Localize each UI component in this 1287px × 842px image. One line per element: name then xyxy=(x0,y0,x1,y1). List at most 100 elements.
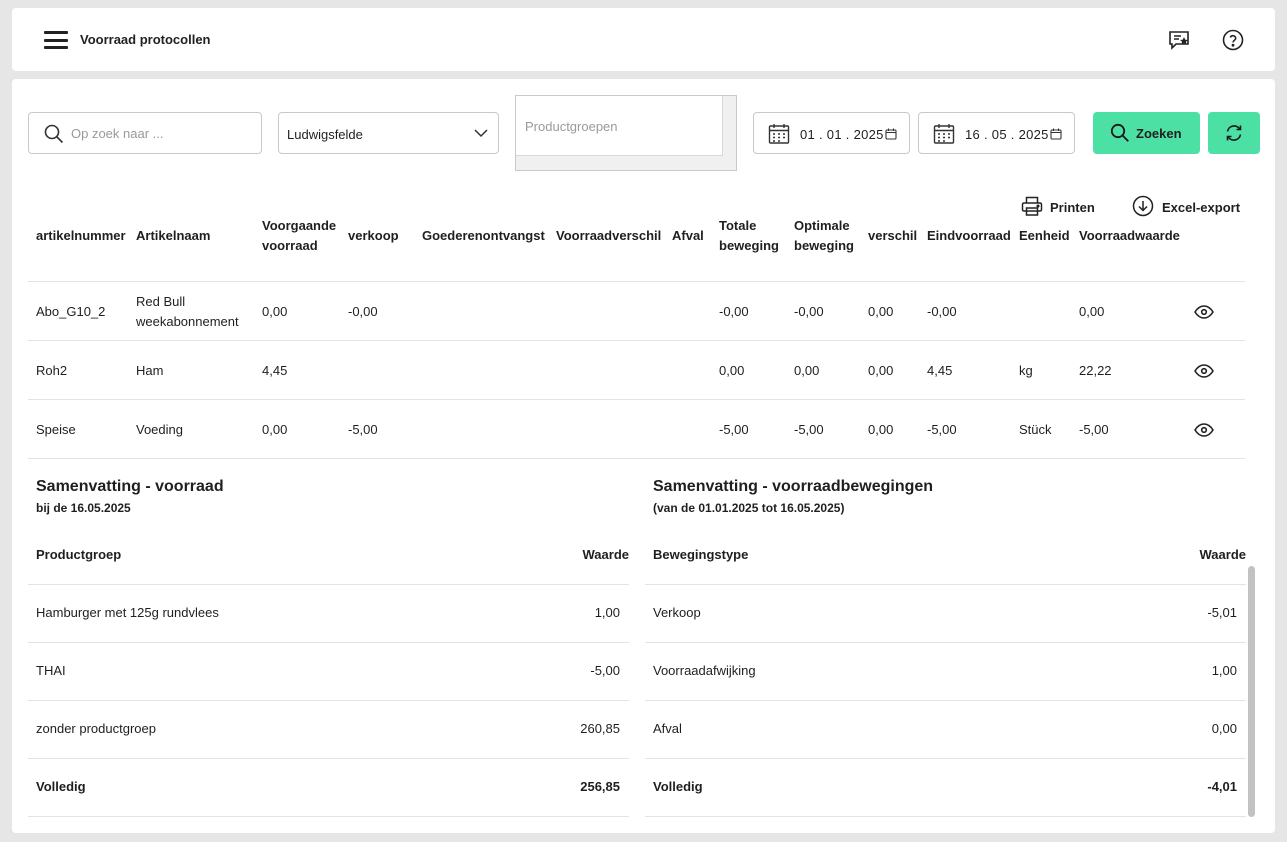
date-from-field[interactable]: 01 . 01 . 2025 xyxy=(753,112,910,154)
table-cell: 0,00 xyxy=(719,363,745,378)
table-cell: -0,00 xyxy=(927,304,957,319)
search-input[interactable] xyxy=(71,123,251,143)
table-cell: Voeding xyxy=(136,422,183,437)
summary-divider xyxy=(645,758,1246,759)
productgroups-textarea[interactable]: Productgroepen xyxy=(516,96,723,156)
table-cell: -5,00 xyxy=(348,422,378,437)
table-header-cell[interactable]: Voorgaande voorraad xyxy=(262,216,348,256)
date-to-value: 16 . 05 . 2025 xyxy=(965,127,1049,142)
search-icon xyxy=(44,124,64,144)
view-eye-icon[interactable] xyxy=(1194,423,1214,442)
summary-divider xyxy=(645,642,1246,643)
summary-header-value: Waarde xyxy=(1199,547,1246,562)
summary-header-value: Waarde xyxy=(582,547,629,562)
table-header-cell[interactable]: Voorraadwaarde xyxy=(1079,226,1209,246)
table-cell: 0,00 xyxy=(1079,304,1105,319)
date-to-field[interactable]: 16 . 05 . 2025 xyxy=(918,112,1075,154)
search-box[interactable] xyxy=(28,112,262,154)
chat-star-icon[interactable] xyxy=(1167,28,1191,52)
help-icon[interactable] xyxy=(1221,28,1245,52)
search-button[interactable]: Zoeken xyxy=(1093,112,1200,154)
summary-divider xyxy=(28,642,629,643)
table-cell: 0,00 xyxy=(868,304,894,319)
table-header-cell[interactable]: Afval xyxy=(672,226,719,246)
table-divider xyxy=(28,340,1245,341)
hamburger-menu-icon[interactable] xyxy=(44,31,68,49)
download-icon xyxy=(1132,195,1154,217)
table-header-cell[interactable]: Goederenontvangst xyxy=(422,226,556,246)
table-cell: Ham xyxy=(136,363,164,378)
table-cell: kg xyxy=(1019,363,1033,378)
table-cell: -5,00 xyxy=(719,422,749,437)
calendar-picker-icon[interactable] xyxy=(1050,128,1062,140)
table-header-cell[interactable]: artikelnummer xyxy=(36,226,136,246)
table-cell: -0,00 xyxy=(794,304,824,319)
table-divider xyxy=(28,281,1245,282)
excel-export-label: Excel-export xyxy=(1162,200,1241,215)
summary-divider xyxy=(645,584,1246,585)
table-cell: 0,00 xyxy=(868,422,894,437)
summary-row-value: -5,00 xyxy=(590,663,620,678)
table-cell: Red Bull weekabonnement xyxy=(136,294,239,329)
search-icon xyxy=(1110,123,1129,142)
table-header-cell[interactable]: verkoop xyxy=(348,226,422,246)
table-cell: 0,00 xyxy=(794,363,820,378)
productgroups-select[interactable]: Productgroepen xyxy=(515,95,737,171)
summary-subtitle: (van de 01.01.2025 tot 16.05.2025) xyxy=(653,501,845,515)
main-panel: Ludwigsfelde Productgroepen 01 . 01 . 20… xyxy=(12,79,1275,833)
table-cell: 4,45 xyxy=(262,363,288,378)
calendar-icon[interactable] xyxy=(768,123,790,145)
summary-row-value: 260,85 xyxy=(580,721,620,736)
chevron-down-icon xyxy=(474,129,488,138)
table-header-cell[interactable]: Voorraadverschil xyxy=(556,226,672,246)
table-header-cell[interactable]: Optimale beweging xyxy=(794,216,868,256)
table-header-cell[interactable]: Eindvoorraad xyxy=(927,226,1019,246)
table-header-cell[interactable]: Artikelnaam xyxy=(136,226,261,246)
scrollbar-thumb[interactable] xyxy=(1248,566,1255,817)
view-eye-icon[interactable] xyxy=(1194,305,1214,324)
summary-total-value: 256,85 xyxy=(580,779,620,794)
location-select[interactable]: Ludwigsfelde xyxy=(278,112,499,154)
table-cell: Speise xyxy=(36,422,76,437)
summary-title: Samenvatting - voorraad xyxy=(36,478,224,495)
summary-subtitle: bij de 16.05.2025 xyxy=(36,501,131,515)
summary-divider xyxy=(28,758,629,759)
table-header-cell[interactable]: Eenheid xyxy=(1019,226,1079,246)
table-cell: 0,00 xyxy=(262,422,288,437)
summary-row-value: 1,00 xyxy=(1211,663,1237,678)
page-title: Voorraad protocollen xyxy=(80,32,211,47)
summary-divider xyxy=(28,584,629,585)
summary-divider xyxy=(645,816,1246,817)
print-label: Printen xyxy=(1050,200,1095,215)
productgroups-placeholder: Productgroepen xyxy=(525,119,618,134)
calendar-picker-icon[interactable] xyxy=(885,128,897,140)
table-header-cell[interactable]: verschil xyxy=(868,226,927,246)
top-bar: Voorraad protocollen xyxy=(12,8,1275,71)
table-divider xyxy=(28,399,1245,400)
table-divider xyxy=(28,458,1245,459)
table-cell: -5,00 xyxy=(927,422,957,437)
table-cell: -0,00 xyxy=(348,304,378,319)
table-header-cell[interactable]: Totale beweging xyxy=(719,216,794,256)
table-cell: 0,00 xyxy=(262,304,288,319)
summary-divider xyxy=(28,816,629,817)
table-cell: -5,00 xyxy=(794,422,824,437)
table-cell: -0,00 xyxy=(719,304,749,319)
refresh-button[interactable] xyxy=(1208,112,1260,154)
printer-icon xyxy=(1021,196,1043,216)
summary-row-value: 1,00 xyxy=(594,605,620,620)
location-select-value: Ludwigsfelde xyxy=(287,127,363,142)
table-cell: 4,45 xyxy=(927,363,953,378)
summary-divider xyxy=(28,700,629,701)
summary-total-value: -4,01 xyxy=(1207,779,1237,794)
refresh-icon xyxy=(1226,125,1242,141)
summary-row-value: -5,01 xyxy=(1207,605,1237,620)
summary-title: Samenvatting - voorraadbewegingen xyxy=(653,478,934,495)
table-cell: Abo_G10_2 xyxy=(36,304,106,319)
table-cell: 0,00 xyxy=(868,363,894,378)
table-cell: Stück xyxy=(1019,422,1052,437)
calendar-icon[interactable] xyxy=(933,123,955,145)
table-cell: -5,00 xyxy=(1079,422,1109,437)
table-cell: 22,22 xyxy=(1079,363,1112,378)
view-eye-icon[interactable] xyxy=(1194,364,1214,383)
